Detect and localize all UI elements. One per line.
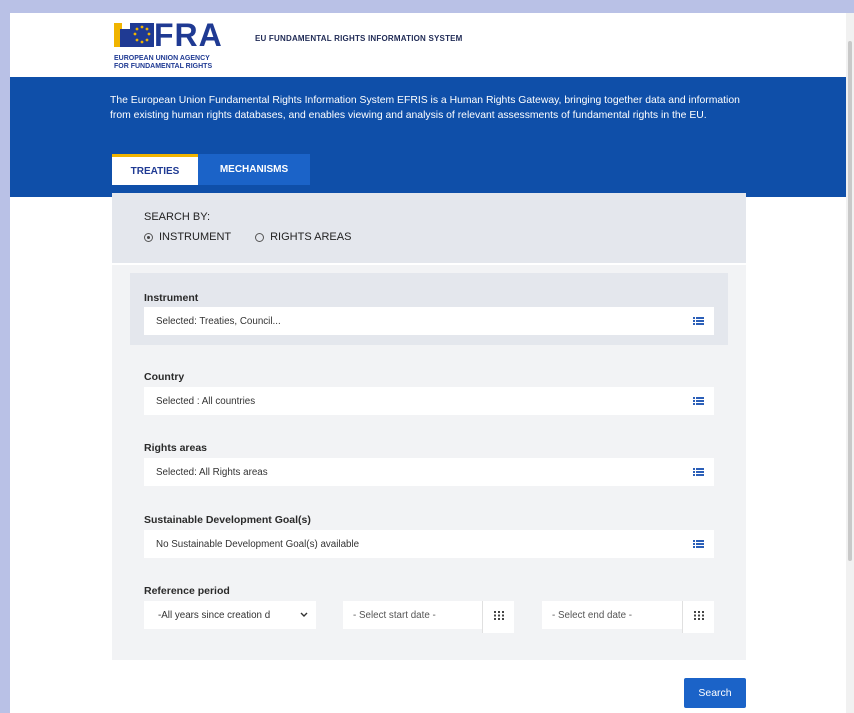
radio-rights-areas-label[interactable]: RIGHTS AREAS <box>270 231 351 243</box>
fra-logo[interactable]: FRA EUROPEAN UNION AGENCY FOR FUNDAMENTA… <box>114 17 244 73</box>
rights-areas-label: Rights areas <box>144 442 208 454</box>
logo-wordmark: FRA <box>154 17 223 53</box>
instrument-value: Selected: Treaties, Council... <box>156 316 281 327</box>
end-date-input[interactable]: - Select end date - <box>542 601 682 629</box>
end-date-placeholder: - Select end date - <box>552 610 633 621</box>
calendar-icon <box>694 611 704 620</box>
rights-areas-select[interactable]: Selected: All Rights areas <box>144 458 714 486</box>
tab-mechanisms[interactable]: MECHANISMS <box>198 154 310 185</box>
radio-instrument[interactable] <box>144 232 153 242</box>
chevron-down-icon <box>300 612 308 617</box>
sdg-select[interactable]: No Sustainable Development Goal(s) avail… <box>144 530 714 558</box>
sdg-label: Sustainable Development Goal(s) <box>144 514 311 526</box>
instrument-label: Instrument <box>144 292 199 304</box>
country-label: Country <box>144 371 185 383</box>
page: FRA EUROPEAN UNION AGENCY FOR FUNDAMENTA… <box>10 13 846 713</box>
scrollbar-thumb[interactable] <box>848 41 852 561</box>
tab-treaties[interactable]: TREATIES <box>112 154 198 185</box>
site-header: FRA EUROPEAN UNION AGENCY FOR FUNDAMENTA… <box>10 13 846 77</box>
radio-instrument-label[interactable]: INSTRUMENT <box>159 231 231 243</box>
logo-subtitle: EUROPEAN UNION AGENCY FOR FUNDAMENTAL RI… <box>114 55 213 70</box>
period-select-value: -All years since creation d <box>158 610 271 621</box>
list-icon[interactable] <box>693 396 704 406</box>
end-date-calendar-button[interactable] <box>682 601 714 633</box>
search-button[interactable]: Search <box>684 678 746 708</box>
search-form: Instrument Selected: Treaties, Council..… <box>112 265 746 660</box>
calendar-icon <box>494 611 504 620</box>
start-date-placeholder: - Select start date - <box>353 610 436 621</box>
list-icon[interactable] <box>693 539 704 549</box>
radio-rights-areas[interactable] <box>255 232 265 242</box>
instrument-select[interactable]: Selected: Treaties, Council... <box>144 307 714 335</box>
search-by-title: SEARCH BY: <box>144 211 211 223</box>
sdg-value: No Sustainable Development Goal(s) avail… <box>156 539 360 550</box>
system-title: EU FUNDAMENTAL RIGHTS INFORMATION SYSTEM <box>255 34 463 43</box>
page-scrollbar[interactable] <box>846 13 854 713</box>
search-by-panel: SEARCH BY: INSTRUMENT RIGHTS AREAS <box>112 193 746 263</box>
country-select[interactable]: Selected : All countries <box>144 387 714 415</box>
intro-description: The European Union Fundamental Rights In… <box>110 95 740 121</box>
rights-areas-value: Selected: All Rights areas <box>156 467 268 478</box>
period-select[interactable]: -All years since creation d <box>144 601 316 629</box>
start-date-input[interactable]: - Select start date - <box>343 601 483 629</box>
start-date-calendar-button[interactable] <box>482 601 514 633</box>
list-icon[interactable] <box>693 316 704 326</box>
country-value: Selected : All countries <box>156 396 256 407</box>
reference-period-label: Reference period <box>144 585 230 597</box>
intro-banner: The European Union Fundamental Rights In… <box>10 77 846 197</box>
list-icon[interactable] <box>693 467 704 477</box>
search-by-options: INSTRUMENT RIGHTS AREAS <box>144 231 375 243</box>
